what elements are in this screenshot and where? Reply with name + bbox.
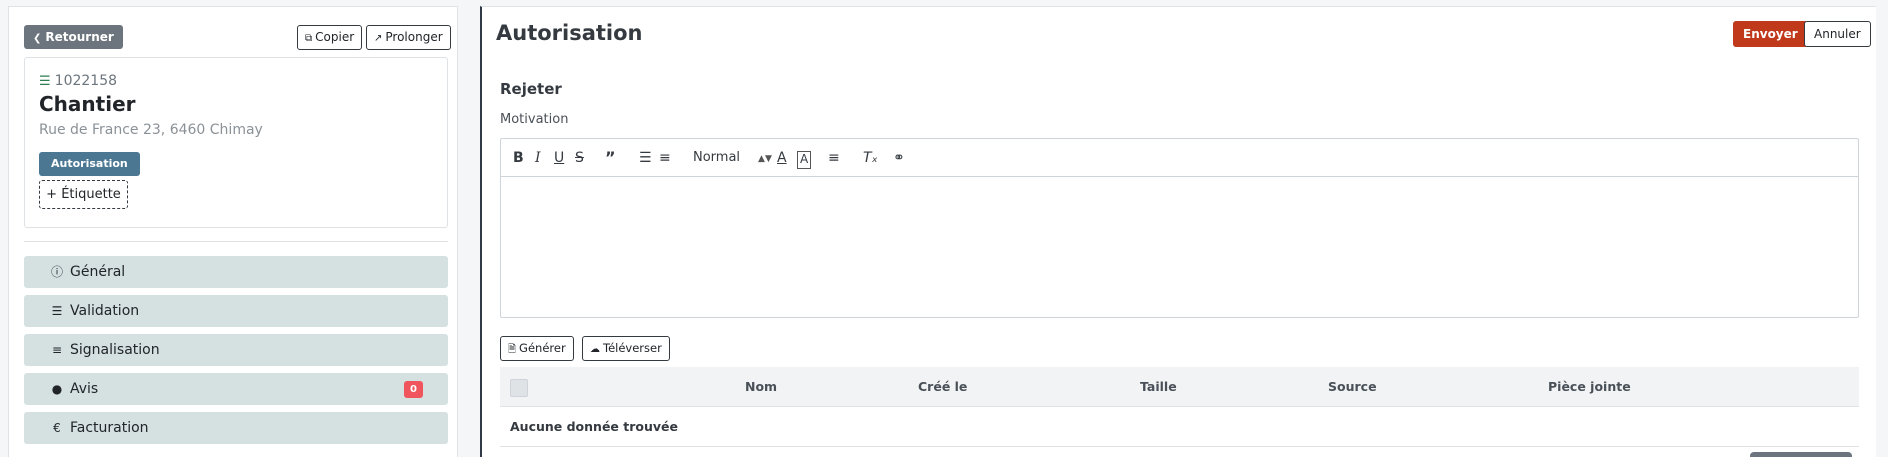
underline-icon[interactable]: U bbox=[554, 149, 564, 167]
format-select-value: Normal bbox=[693, 150, 741, 165]
divider bbox=[24, 241, 448, 242]
column-header-nom[interactable]: Nom bbox=[745, 367, 777, 407]
page: ❮ Retourner ⧉ Copier ↗ Prolonger ☰ 1022158 C… bbox=[0, 0, 1888, 457]
column-header-cree-le[interactable]: Créé le bbox=[918, 367, 967, 407]
site-title: Chantier bbox=[39, 92, 136, 116]
copy-button-label: Copier bbox=[315, 30, 355, 44]
back-button[interactable]: ❮ Retourner bbox=[24, 25, 123, 49]
back-button-label: Retourner bbox=[45, 30, 114, 44]
add-tag-button[interactable]: + Étiquette bbox=[39, 180, 128, 209]
column-header-source[interactable]: Source bbox=[1328, 367, 1377, 407]
motivation-label: Motivation bbox=[500, 112, 569, 127]
comment-icon: ● bbox=[51, 382, 63, 396]
nav-item-label: Général bbox=[70, 264, 126, 280]
nav-item-signalisation[interactable]: ≡ Signalisation bbox=[24, 334, 448, 366]
euro-icon: € bbox=[53, 421, 61, 435]
table-header: Nom Créé le Taille Source Pièce jointe bbox=[500, 367, 1859, 407]
generate-button-label: Générer bbox=[519, 341, 566, 355]
main-panel: Autorisation Envoyer Annuler Rejeter Mot… bbox=[480, 6, 1876, 457]
site-address: Rue de France 23, 6460 Chimay bbox=[39, 122, 263, 138]
status-badge: Autorisation bbox=[39, 152, 140, 176]
rich-text-editor: B I U S ” ☰ ≡ Normal ▲▼ A A ≡ Tₓ ⚭ bbox=[500, 138, 1859, 318]
align-icon[interactable]: ≡ bbox=[828, 149, 840, 167]
signpost-icon: ≡ bbox=[51, 343, 63, 357]
empty-message: Aucune donnée trouvée bbox=[510, 419, 678, 434]
attachments-table: Nom Créé le Taille Source Pièce jointe A… bbox=[500, 367, 1859, 447]
column-header-taille[interactable]: Taille bbox=[1140, 367, 1177, 407]
external-link-icon: ↗ bbox=[374, 33, 383, 44]
format-select[interactable]: Normal ▲▼ bbox=[693, 149, 772, 167]
left-panel: ❮ Retourner ⧉ Copier ↗ Prolonger ☰ 1022158 C… bbox=[8, 6, 458, 457]
table-row: Aucune donnée trouvée bbox=[500, 407, 1859, 447]
signpost-icon: ☰ bbox=[39, 74, 51, 89]
cloud-upload-icon: ☁ bbox=[590, 344, 600, 355]
page-title: Autorisation bbox=[496, 21, 643, 45]
nav-item-avis[interactable]: ● Avis 0 bbox=[24, 373, 448, 405]
nav-item-validation[interactable]: ☰ Validation bbox=[24, 295, 448, 327]
section-title: Rejeter bbox=[500, 80, 562, 98]
checklist-icon: ☰ bbox=[51, 304, 63, 318]
bullet-list-icon[interactable]: ≡ bbox=[659, 149, 671, 167]
cancel-button[interactable]: Annuler bbox=[1804, 21, 1871, 47]
upload-button[interactable]: ☁ Téléverser bbox=[582, 336, 670, 361]
site-card: ☰ 1022158 Chantier Rue de France 23, 6460… bbox=[24, 57, 448, 228]
extend-button-label: Prolonger bbox=[385, 30, 443, 44]
document-icon: 🗎 bbox=[508, 344, 517, 355]
site-id-value: 1022158 bbox=[54, 73, 118, 89]
nav-item-label: Signalisation bbox=[70, 342, 160, 358]
nav-item-label: Avis bbox=[70, 381, 99, 397]
editor-toolbar: B I U S ” ☰ ≡ Normal ▲▼ A A ≡ Tₓ ⚭ bbox=[501, 139, 1858, 177]
upload-button-label: Téléverser bbox=[603, 341, 662, 355]
motivation-textarea[interactable] bbox=[501, 178, 1858, 317]
background-color-icon[interactable]: A bbox=[797, 151, 812, 169]
blockquote-icon[interactable]: ” bbox=[605, 149, 616, 167]
pagination-button[interactable] bbox=[1750, 452, 1852, 457]
site-id: ☰ 1022158 bbox=[39, 73, 117, 89]
info-icon: ⓘ bbox=[50, 265, 63, 279]
italic-icon[interactable]: I bbox=[535, 149, 541, 167]
select-all-checkbox[interactable] bbox=[510, 379, 528, 397]
nav-item-general[interactable]: ⓘ Général bbox=[24, 256, 448, 288]
clear-format-icon[interactable]: Tₓ bbox=[863, 149, 878, 167]
nav-item-facturation[interactable]: € Facturation bbox=[24, 412, 448, 444]
nav-item-label: Facturation bbox=[70, 420, 149, 436]
column-header-piece-jointe[interactable]: Pièce jointe bbox=[1548, 367, 1631, 407]
chevron-left-icon: ❮ bbox=[33, 33, 42, 44]
extend-button[interactable]: ↗ Prolonger bbox=[366, 25, 451, 50]
avis-count-badge: 0 bbox=[404, 381, 423, 398]
generate-button[interactable]: 🗎 Générer bbox=[500, 336, 574, 361]
copy-button[interactable]: ⧉ Copier bbox=[297, 25, 363, 50]
nav-item-label: Validation bbox=[70, 303, 140, 319]
bold-icon[interactable]: B bbox=[513, 149, 524, 167]
text-color-icon[interactable]: A bbox=[777, 149, 787, 167]
copy-icon: ⧉ bbox=[305, 33, 313, 44]
ordered-list-icon[interactable]: ☰ bbox=[639, 149, 652, 167]
send-button[interactable]: Envoyer bbox=[1733, 21, 1808, 47]
updown-icon: ▲▼ bbox=[758, 154, 772, 164]
link-icon[interactable]: ⚭ bbox=[893, 149, 905, 167]
strikethrough-icon[interactable]: S bbox=[575, 149, 584, 167]
